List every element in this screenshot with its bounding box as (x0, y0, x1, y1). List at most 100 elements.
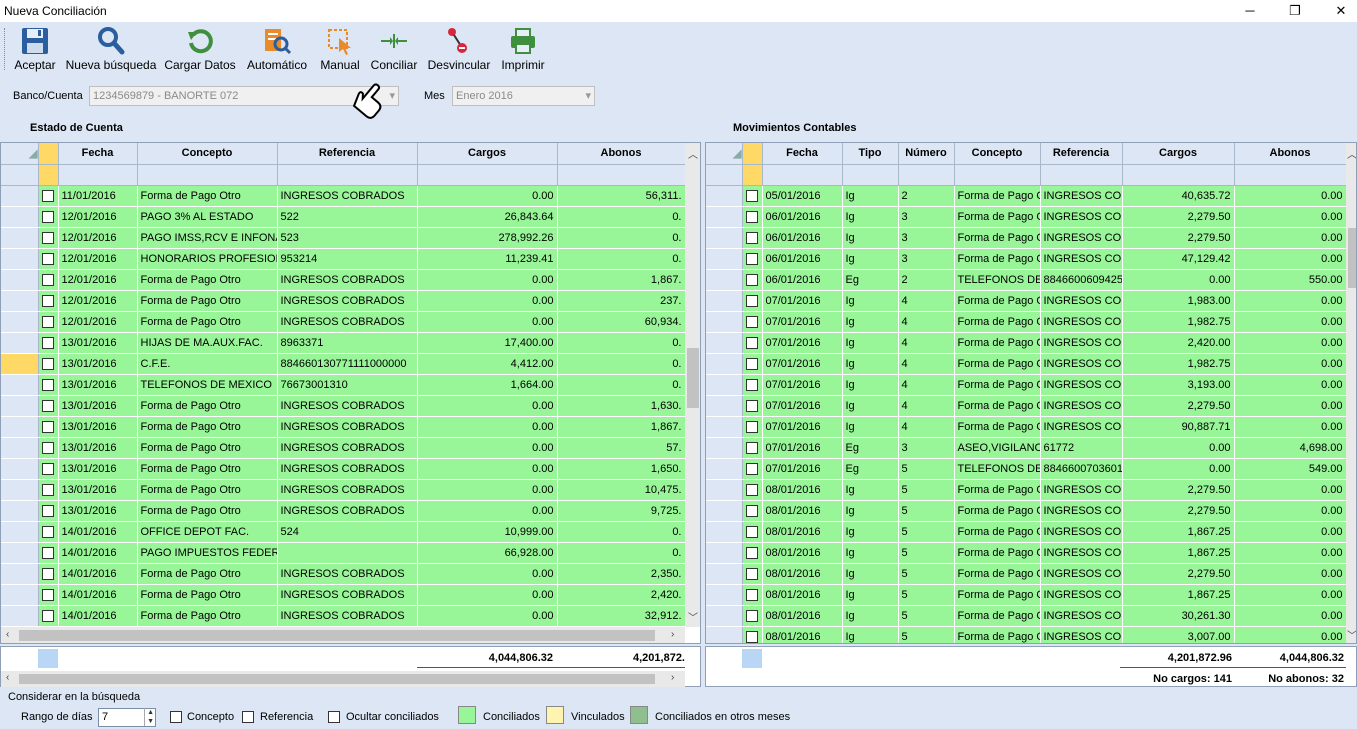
row-checkbox[interactable] (38, 248, 59, 270)
row-header[interactable] (1, 437, 39, 459)
row-header[interactable] (1, 416, 39, 438)
row-checkbox[interactable] (38, 374, 59, 396)
table-row[interactable]: 13/01/2016 Forma de Pago Otro INGRESOS COB… (1, 500, 686, 522)
stepper-arrows-icon[interactable]: ▲ ▼ (144, 708, 154, 726)
close-button[interactable]: ✕ (1318, 0, 1357, 22)
row-checkbox[interactable] (38, 605, 59, 627)
table-row[interactable]: 08/01/2016Ig5Forma de Pago OtroINGRESOS … (706, 479, 1347, 501)
table-row[interactable]: 07/01/2016Eg5TELEFONOS DE MEXICO88466007… (706, 458, 1347, 480)
row-checkbox[interactable] (742, 248, 763, 270)
row-header[interactable] (706, 311, 743, 333)
row-header[interactable] (706, 626, 743, 643)
row-header[interactable] (706, 227, 743, 249)
table-row[interactable]: 08/01/2016Ig5Forma de Pago OtroINGRESOS … (706, 521, 1347, 543)
row-checkbox[interactable] (742, 332, 763, 354)
table-row[interactable]: 13/01/2016 Forma de Pago Otro INGRESOS COB… (1, 416, 686, 438)
row-checkbox[interactable] (38, 521, 59, 543)
row-checkbox[interactable] (38, 458, 59, 480)
scroll-up-icon[interactable]: ︿ (1347, 146, 1356, 161)
row-header[interactable] (706, 605, 743, 627)
row-header[interactable] (1, 248, 39, 270)
table-row[interactable]: 06/01/2016Ig3Forma de Pago OtroINGRESOS … (706, 248, 1347, 270)
left-scroll-thumb[interactable] (687, 348, 699, 408)
row-header[interactable] (706, 584, 743, 606)
table-row[interactable]: 06/01/2016Ig3Forma de Pago OtroINGRESOS … (706, 227, 1347, 249)
row-checkbox[interactable] (38, 206, 59, 228)
row-checkbox[interactable] (742, 374, 763, 396)
row-checkbox[interactable] (38, 185, 59, 207)
row-checkbox[interactable] (38, 290, 59, 312)
col-tipo[interactable]: Tipo (842, 143, 899, 165)
row-header[interactable] (706, 374, 743, 396)
row-header[interactable] (1, 479, 39, 501)
left-horizontal-scrollbar[interactable]: ‹ › (1, 627, 685, 643)
row-header[interactable] (1, 353, 39, 375)
row-checkbox[interactable] (742, 626, 763, 643)
row-checkbox[interactable] (742, 458, 763, 480)
row-header[interactable] (1, 500, 39, 522)
row-header[interactable] (706, 416, 743, 438)
row-header[interactable] (706, 353, 743, 375)
row-checkbox[interactable] (38, 395, 59, 417)
row-header[interactable] (1, 227, 39, 249)
row-header[interactable] (1, 563, 39, 585)
row-checkbox[interactable] (38, 269, 59, 291)
concepto-checkbox[interactable] (170, 711, 182, 724)
scroll-right-icon[interactable]: › (671, 672, 674, 683)
row-checkbox[interactable] (742, 437, 763, 459)
table-row[interactable]: 13/01/2016 Forma de Pago Otro INGRESOS COB… (1, 479, 686, 501)
row-header[interactable] (706, 185, 743, 207)
row-header[interactable] (1, 584, 39, 606)
row-checkbox[interactable] (38, 437, 59, 459)
table-row[interactable]: 06/01/2016Ig3Forma de Pago OtroINGRESOS … (706, 206, 1347, 228)
row-checkbox[interactable] (742, 563, 763, 585)
row-checkbox[interactable] (38, 584, 59, 606)
row-header[interactable] (1, 206, 39, 228)
restore-button[interactable]: ❐ (1272, 0, 1318, 22)
nueva-busqueda-button[interactable]: Nueva búsqueda (64, 24, 158, 72)
col-referencia[interactable]: Referencia (1040, 143, 1123, 165)
imprimir-button[interactable]: Imprimir (498, 24, 548, 72)
row-header[interactable] (706, 395, 743, 417)
row-header[interactable] (706, 206, 743, 228)
scroll-left-icon[interactable]: ‹ (6, 629, 9, 640)
col-concepto[interactable]: Concepto (137, 143, 278, 165)
row-header[interactable] (1, 290, 39, 312)
right-vertical-scrollbar[interactable]: ︿ ﹀ (1346, 143, 1356, 643)
row-header[interactable] (1, 605, 39, 627)
row-header[interactable] (706, 500, 743, 522)
col-referencia[interactable]: Referencia (277, 143, 418, 165)
table-row[interactable]: 13/01/2016 Forma de Pago Otro INGRESOS COB… (1, 458, 686, 480)
table-row[interactable]: 08/01/2016Ig5Forma de Pago OtroINGRESOS … (706, 626, 1347, 643)
table-row[interactable]: 07/01/2016Ig4Forma de Pago OtroINGRESOS … (706, 290, 1347, 312)
table-row[interactable]: 08/01/2016Ig5Forma de Pago OtroINGRESOS … (706, 584, 1347, 606)
row-checkbox[interactable] (742, 395, 763, 417)
table-row[interactable]: 12/01/2016 Forma de Pago Otro INGRESOS COB… (1, 269, 686, 291)
conciliar-button[interactable]: Conciliar (368, 24, 420, 72)
row-checkbox[interactable] (38, 416, 59, 438)
row-checkbox[interactable] (742, 185, 763, 207)
row-header[interactable] (1, 521, 39, 543)
row-checkbox[interactable] (38, 563, 59, 585)
aceptar-button[interactable]: Aceptar (12, 24, 58, 72)
row-header[interactable] (706, 542, 743, 564)
row-checkbox[interactable] (742, 584, 763, 606)
col-numero[interactable]: Número (898, 143, 955, 165)
table-row[interactable]: 12/01/2016HONORARIOS PROFESIONALES953214… (1, 248, 686, 270)
table-row[interactable]: 08/01/2016Ig5Forma de Pago OtroINGRESOS … (706, 500, 1347, 522)
row-checkbox[interactable] (38, 500, 59, 522)
row-checkbox[interactable] (742, 227, 763, 249)
row-header[interactable] (706, 269, 743, 291)
scroll-up-icon[interactable]: ︿ (688, 146, 698, 161)
manual-button[interactable]: Manual (317, 24, 363, 72)
col-abonos[interactable]: Abonos (1234, 143, 1347, 165)
table-row[interactable]: 12/01/2016 Forma de Pago Otro INGRESOS COB… (1, 290, 686, 312)
table-row[interactable]: 07/01/2016Ig4Forma de Pago OtroINGRESOS … (706, 416, 1347, 438)
row-checkbox[interactable] (742, 206, 763, 228)
table-row[interactable]: 13/01/2016 C.F.E. 884660130771111000000 4,4… (1, 353, 686, 375)
row-checkbox[interactable] (742, 290, 763, 312)
table-row[interactable]: 14/01/2016 Forma de Pago Otro INGRESOS COB… (1, 584, 686, 606)
row-header[interactable] (1, 542, 39, 564)
row-header[interactable] (706, 458, 743, 480)
row-header[interactable] (706, 479, 743, 501)
